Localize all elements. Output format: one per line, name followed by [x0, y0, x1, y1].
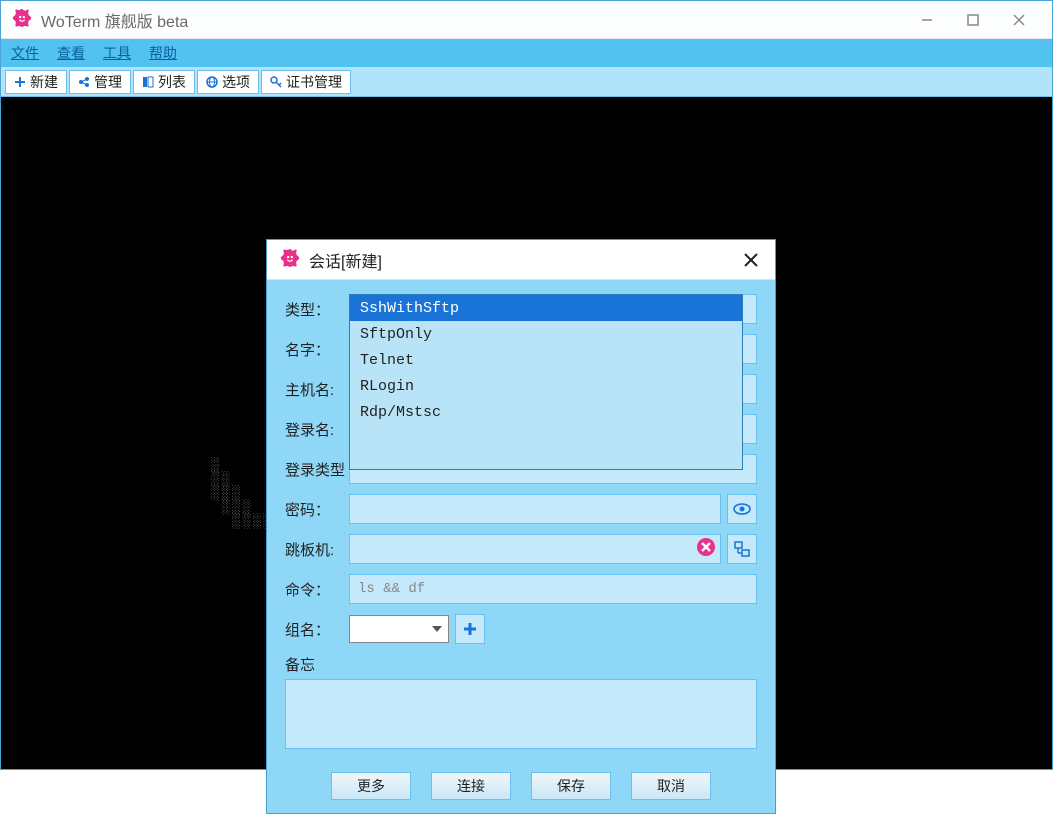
dialog-titlebar: 会话[新建] — [267, 240, 775, 280]
session-dialog: 会话[新建] 类型： 名字： 主机名: 登录名: — [266, 239, 776, 814]
globe-icon — [206, 76, 218, 88]
menu-tools[interactable]: 工具 — [103, 43, 131, 63]
menu-help[interactable]: 帮助 — [149, 43, 177, 63]
dialog-close-button[interactable] — [739, 248, 763, 272]
app-logo-icon — [11, 7, 33, 32]
maximize-button[interactable] — [950, 5, 996, 35]
menu-file[interactable]: 文件 — [11, 43, 39, 63]
plus-icon — [14, 76, 26, 88]
menu-view[interactable]: 查看 — [57, 43, 85, 63]
label-host: 主机名: — [285, 379, 349, 400]
clear-icon — [696, 537, 716, 557]
label-command: 命令： — [285, 579, 349, 600]
toolbar-options-button[interactable]: 选项 — [197, 70, 259, 94]
toolbar-cert-label: 证书管理 — [286, 72, 342, 92]
share-icon — [78, 76, 90, 88]
dialog-title: 会话[新建] — [309, 248, 739, 272]
dialog-logo-icon — [279, 247, 301, 272]
dropdown-option-sshwithsftp[interactable]: SshWithSftp — [350, 295, 742, 321]
cancel-button[interactable]: 取消 — [631, 772, 711, 800]
type-dropdown-list: SshWithSftp SftpOnly Telnet RLogin Rdp/M… — [349, 294, 743, 470]
jumphost-input[interactable] — [349, 534, 721, 564]
toolbar-manage-button[interactable]: 管理 — [69, 70, 131, 94]
connect-button[interactable]: 连接 — [431, 772, 511, 800]
show-password-button[interactable] — [727, 494, 757, 524]
label-type: 类型： — [285, 299, 349, 320]
more-button[interactable]: 更多 — [331, 772, 411, 800]
dropdown-option-rlogin[interactable]: RLogin — [350, 373, 742, 399]
save-button[interactable]: 保存 — [531, 772, 611, 800]
dropdown-option-sftponly[interactable]: SftpOnly — [350, 321, 742, 347]
label-group: 组名： — [285, 619, 349, 640]
close-window-button[interactable] — [996, 5, 1042, 35]
label-logintype: 登录类型 — [285, 459, 349, 480]
command-input[interactable]: ls && df — [349, 574, 757, 604]
plus-icon — [463, 622, 477, 636]
group-select[interactable] — [349, 615, 449, 643]
app-window: WoTerm 旗舰版 beta 文件 查看 工具 帮助 新建 管理 列表 选项 … — [0, 0, 1053, 770]
password-input[interactable] — [349, 494, 721, 524]
dialog-footer: 更多 连接 保存 取消 — [267, 765, 775, 813]
label-jumphost: 跳板机: — [285, 539, 349, 560]
add-group-button[interactable] — [455, 614, 485, 644]
window-title: WoTerm 旗舰版 beta — [41, 8, 904, 32]
toolbar-cert-button[interactable]: 证书管理 — [261, 70, 351, 94]
toolbar-manage-label: 管理 — [94, 72, 122, 92]
dropdown-option-rdp[interactable]: Rdp/Mstsc — [350, 399, 742, 425]
toolbar-list-button[interactable]: 列表 — [133, 70, 195, 94]
toolbar-new-button[interactable]: 新建 — [5, 70, 67, 94]
memo-textarea[interactable] — [285, 679, 757, 749]
dropdown-option-telnet[interactable]: Telnet — [350, 347, 742, 373]
label-memo: 备忘 — [285, 654, 757, 675]
minimize-button[interactable] — [904, 5, 950, 35]
list-icon — [142, 76, 154, 88]
clear-jumphost-button[interactable] — [696, 537, 716, 562]
titlebar: WoTerm 旗舰版 beta — [1, 1, 1052, 39]
eye-icon — [733, 500, 751, 518]
toolbar-new-label: 新建 — [30, 72, 58, 92]
terminal-workspace: ░ ░ ░░ ░░ ░░░ ░░ ░░░ ░░░ ░░░░░░ — [1, 97, 1052, 769]
key-icon — [270, 76, 282, 88]
jumphost-browse-button[interactable] — [727, 534, 757, 564]
network-icon — [733, 540, 751, 558]
label-name: 名字： — [285, 339, 349, 360]
chevron-down-icon — [432, 626, 442, 632]
toolbar: 新建 管理 列表 选项 证书管理 — [1, 67, 1052, 97]
label-password: 密码： — [285, 499, 349, 520]
toolbar-options-label: 选项 — [222, 72, 250, 92]
label-login: 登录名: — [285, 419, 349, 440]
toolbar-list-label: 列表 — [158, 72, 186, 92]
menubar: 文件 查看 工具 帮助 — [1, 39, 1052, 67]
dialog-body: 类型： 名字： 主机名: 登录名: 登录类型 — [267, 280, 775, 765]
